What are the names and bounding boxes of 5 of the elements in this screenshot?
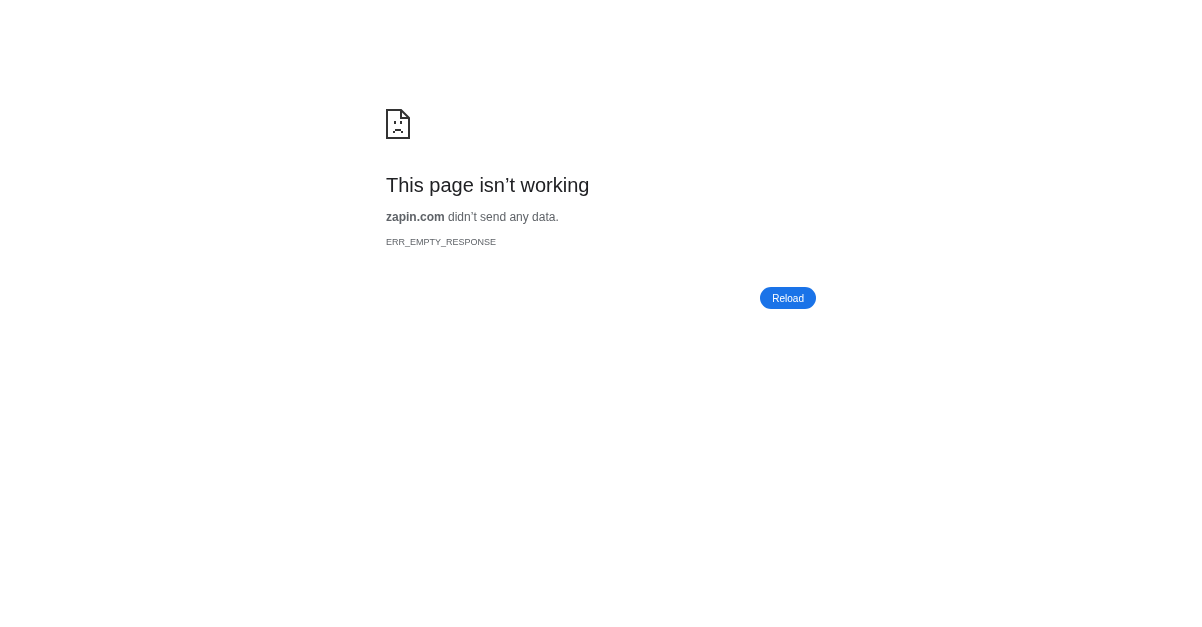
error-message: zapin.com didn’t send any data.: [386, 210, 560, 224]
error-code: ERR_EMPTY_RESPONSE: [386, 237, 498, 247]
page-heading: This page isn’t working: [386, 173, 591, 197]
reload-button[interactable]: Reload: [760, 287, 816, 309]
sad-page-icon: [386, 109, 410, 139]
